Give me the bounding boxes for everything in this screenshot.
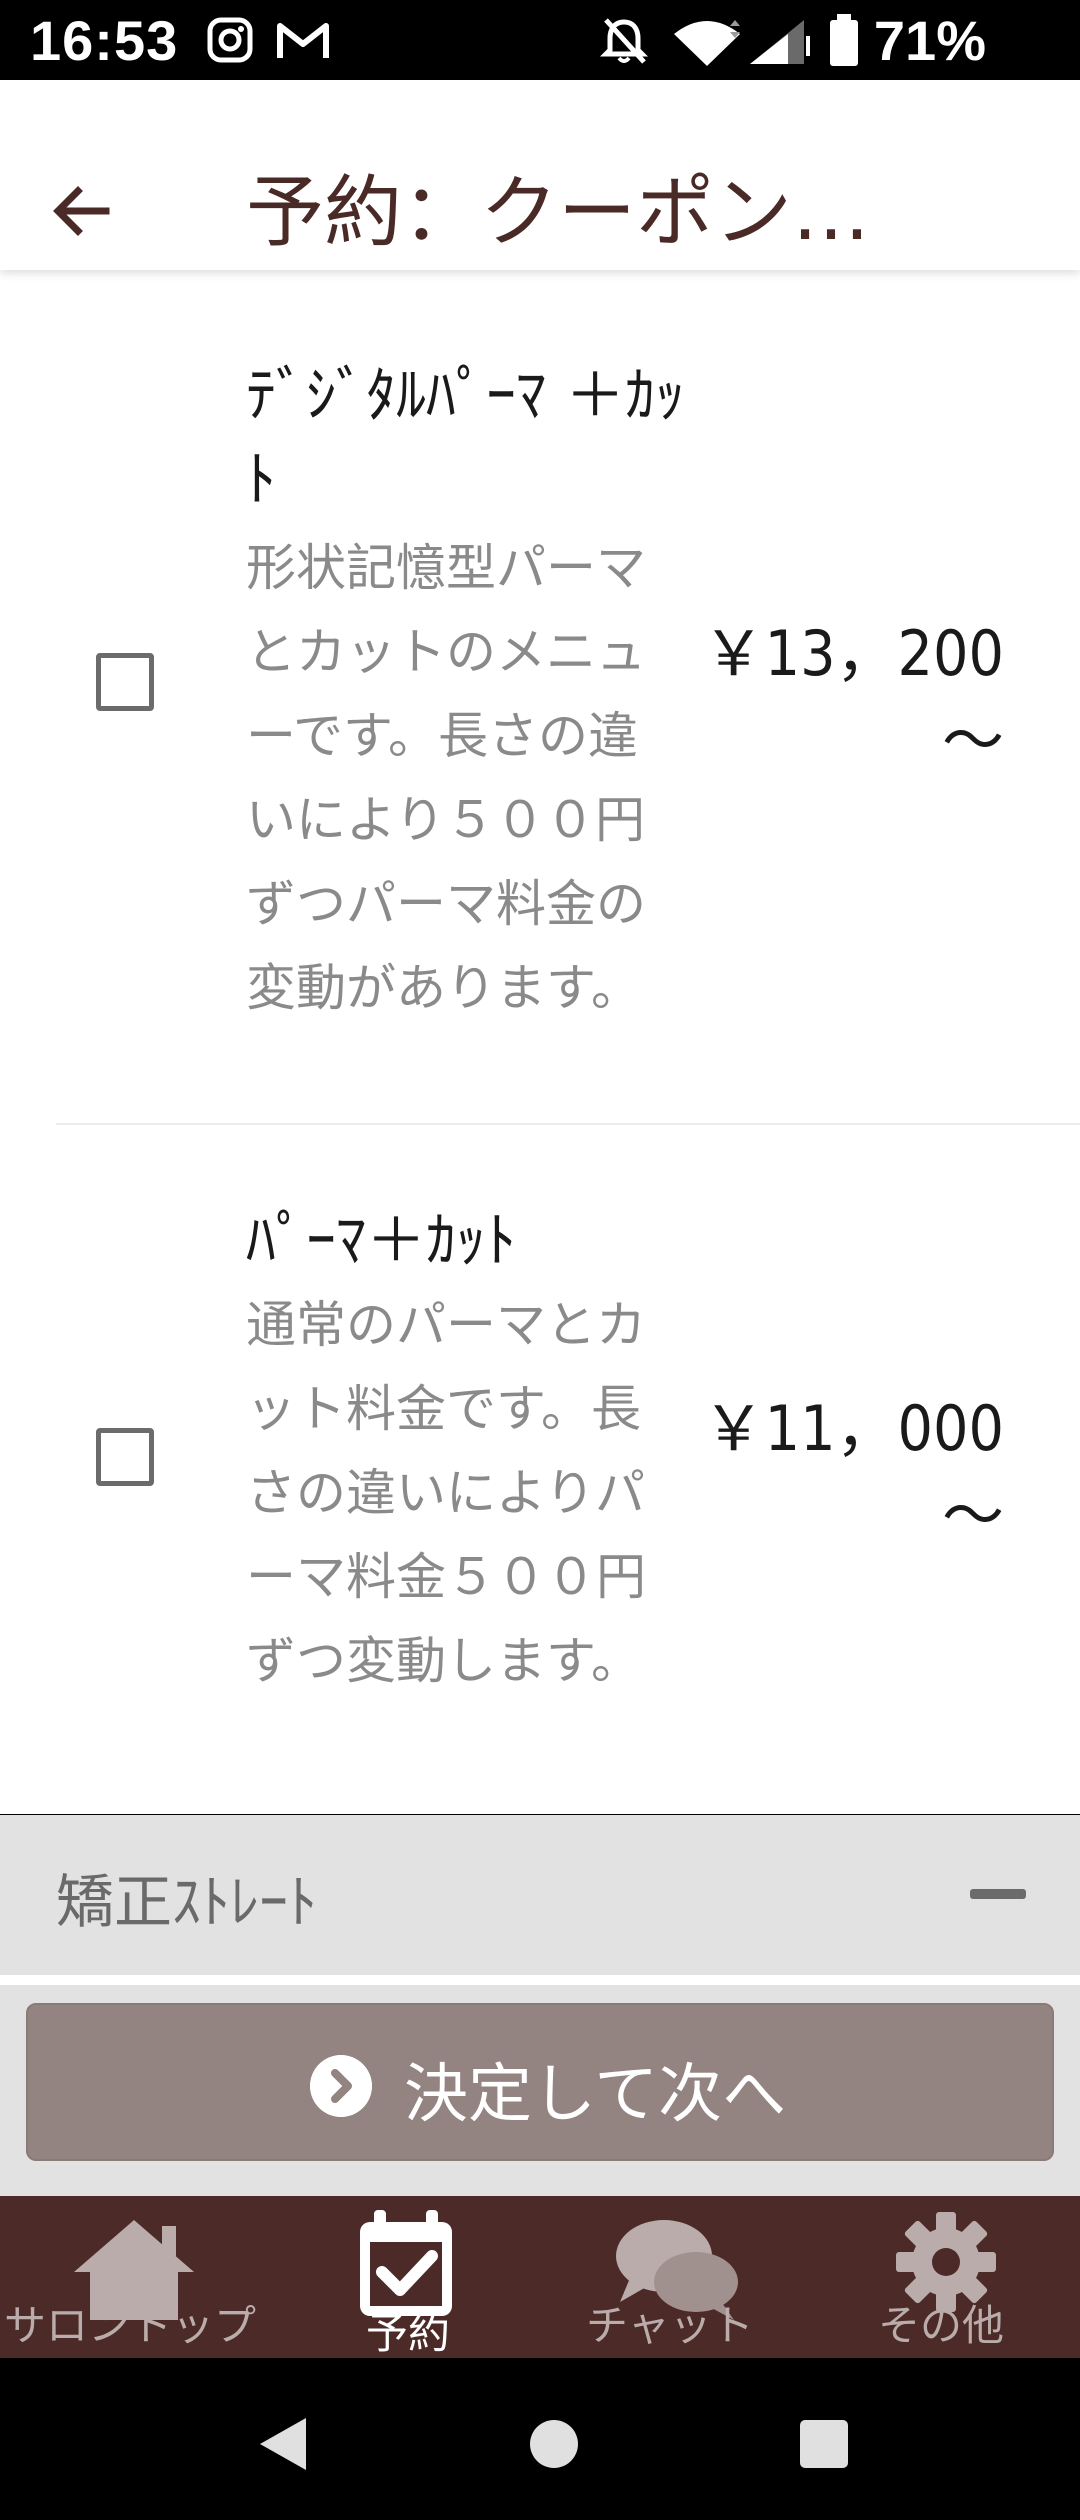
coupon-price-suffix: ～ [941,1479,1004,1552]
battery-icon [830,14,858,66]
coupon-description: 通常のパーマとカット料金です。長さの違いによりパーマ料金５００円ずつ変動します。 [246,1296,646,1690]
muted-bell-icon [600,18,648,64]
recents-square-icon[interactable] [798,2418,850,2470]
section-gap [0,1975,1080,1985]
bottom-navigation: サロントップ 予約 チャット その他 [0,2196,1080,2358]
coupon-description: 形状記憶型パーマとカットのメニューです。長さの違いにより５００円ずつパーマ料金の… [246,539,646,1017]
chevron-right-circle-icon [310,2055,372,2117]
battery-percent: 71% [873,9,986,72]
instagram-icon [207,17,253,63]
back-triangle-icon[interactable] [254,2414,310,2474]
gmail-icon [277,23,329,58]
page-title: 予約：クーポン… [246,168,871,258]
category-title: 矯正ｽﾄﾚｰﾄ [56,1868,318,1936]
coupon-title: ﾃﾞｼﾞﾀﾙﾊﾟｰﾏ ＋ｶｯﾄ [246,361,686,515]
status-bar: 16:53 71% [0,0,1080,80]
coupon-item[interactable]: ﾊﾟｰﾏ＋ｶｯﾄ 通常のパーマとカット料金です。長さの違いによりパーマ料金５００… [0,1125,1080,1814]
coupon-list: ﾃﾞｼﾞﾀﾙﾊﾟｰﾏ ＋ｶｯﾄ 形状記憶型パーマとカットのメニューです。長さの違… [0,270,1080,1814]
nav-label: その他 [878,2301,1005,2350]
nav-label: サロントップ [4,2301,257,2350]
nav-item-chat[interactable]: チャット [540,2196,810,2358]
nav-item-salon-top[interactable]: サロントップ [0,2196,270,2358]
home-circle-icon[interactable] [528,2418,580,2470]
wifi-icon [674,20,740,66]
back-arrow-icon[interactable] [46,176,116,246]
system-navigation-bar [0,2358,1080,2520]
coupon-title: ﾊﾟｰﾏ＋ｶｯﾄ [246,1206,516,1276]
coupon-price-suffix: ～ [941,704,1004,777]
nav-label: 予約 [366,2309,451,2358]
app-header: 予約：クーポン… [0,80,1080,270]
collapse-minus-icon[interactable] [970,1889,1026,1899]
confirm-button-label: 決定して次へ [404,2058,787,2132]
coupon-checkbox[interactable] [96,653,154,711]
signal-icon [750,20,810,64]
nav-item-more[interactable]: その他 [810,2196,1080,2358]
coupon-price: ￥11，000 [702,1392,1004,1465]
confirm-bar: 決定して次へ [0,1985,1080,2196]
nav-item-reservation[interactable]: 予約 [270,2196,540,2358]
coupon-item[interactable]: ﾃﾞｼﾞﾀﾙﾊﾟｰﾏ ＋ｶｯﾄ 形状記憶型パーマとカットのメニューです。長さの違… [0,270,1080,1125]
nav-label: チャット [586,2301,754,2350]
status-time: 16:53 [30,9,179,72]
coupon-price: ￥13，200 [702,617,1004,690]
confirm-next-button[interactable]: 決定して次へ [26,2003,1054,2161]
category-section-header[interactable]: 矯正ｽﾄﾚｰﾄ [0,1815,1080,1975]
coupon-checkbox[interactable] [96,1428,154,1486]
